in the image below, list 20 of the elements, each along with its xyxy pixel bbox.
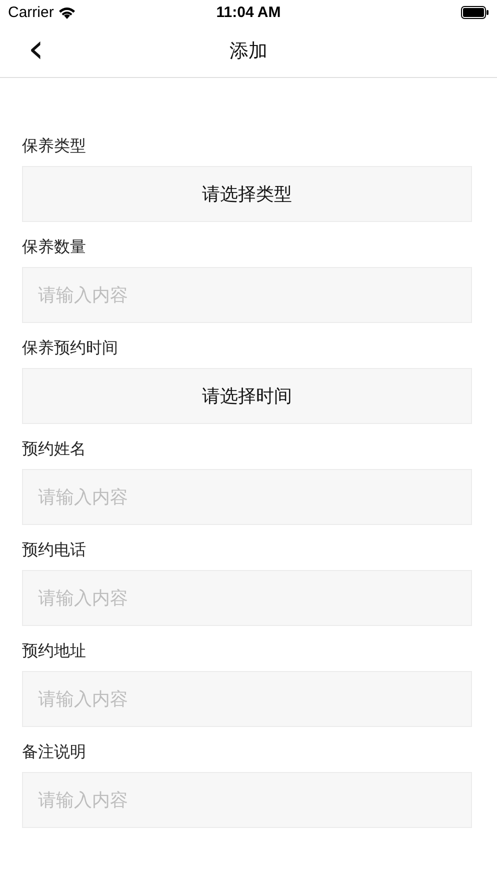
page-title: 添加 (230, 39, 268, 64)
field-label: 保养类型 (22, 136, 86, 156)
field-label: 预约电话 (22, 540, 86, 560)
input-field[interactable]: 请输入内容 (22, 570, 472, 626)
field-label: 备注说明 (22, 742, 86, 762)
battery-icon (460, 6, 489, 19)
field-label: 预约地址 (22, 641, 86, 661)
status-time: 11:04 AM (216, 4, 281, 21)
back-button[interactable]: ‹ (22, 33, 50, 65)
input-field[interactable]: 请输入内容 (22, 267, 472, 323)
field-label: 预约姓名 (22, 439, 86, 459)
carrier-name: Carrier (8, 4, 54, 21)
input-field[interactable]: 请输入内容 (22, 671, 472, 727)
field-label: 保养预约时间 (22, 338, 118, 358)
input-field[interactable]: 请输入内容 (22, 772, 472, 828)
field-label: 保养数量 (22, 237, 86, 257)
input-field[interactable]: 请输入内容 (22, 469, 472, 525)
wifi-icon (58, 6, 76, 19)
select-field[interactable]: 请选择类型 (22, 166, 472, 222)
select-field[interactable]: 请选择时间 (22, 368, 472, 424)
